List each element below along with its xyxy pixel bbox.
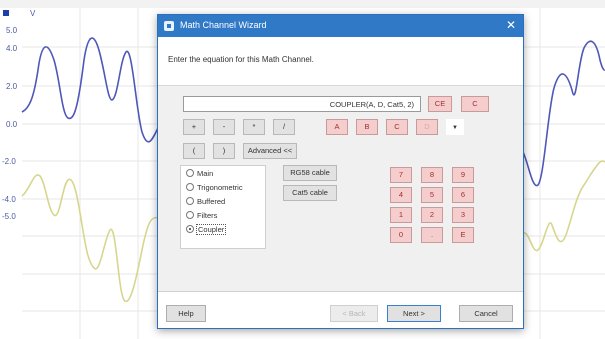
radio-icon — [186, 169, 194, 177]
divide-button[interactable]: / — [273, 119, 295, 135]
category-buffered[interactable]: Buffered — [186, 196, 225, 208]
key-5-button[interactable]: 5 — [421, 187, 443, 203]
key-3-button[interactable]: 3 — [452, 207, 474, 223]
clear-button[interactable]: C — [461, 96, 489, 112]
close-paren-button[interactable]: ) — [213, 143, 235, 159]
radio-icon — [186, 197, 194, 205]
function-category-list: Main Trigonometric Buffered Filters Coup… — [180, 165, 266, 249]
channel-a-trace-right — [521, 40, 605, 187]
back-button[interactable]: < Back — [330, 305, 378, 322]
divider — [158, 291, 523, 292]
chevron-down-icon: ▼ — [452, 125, 458, 131]
minus-button[interactable]: - — [213, 119, 235, 135]
multiply-button[interactable]: * — [243, 119, 265, 135]
clear-entry-button[interactable]: CE — [428, 96, 452, 112]
help-button[interactable]: Help — [166, 305, 206, 322]
channel-a-button[interactable]: A — [326, 119, 348, 135]
plus-button[interactable]: + — [183, 119, 205, 135]
category-trigonometric[interactable]: Trigonometric — [186, 182, 243, 194]
cat5-cable-button[interactable]: Cat5 cable — [283, 185, 337, 201]
channel-c-button[interactable]: C — [386, 119, 408, 135]
key-exponent-button[interactable]: E — [452, 227, 474, 243]
open-paren-button[interactable]: ( — [183, 143, 205, 159]
advanced-toggle-button[interactable]: Advanced << — [243, 143, 297, 159]
channel-dropdown[interactable]: ▼ — [446, 119, 464, 135]
radio-icon — [186, 211, 194, 219]
category-filters[interactable]: Filters — [186, 210, 217, 222]
category-coupler[interactable]: Coupler — [186, 224, 227, 236]
instruction-text: Enter the equation for this Math Channel… — [168, 55, 314, 64]
key-decimal-button[interactable]: . — [421, 227, 443, 243]
dialog-title: Math Channel Wizard — [180, 20, 267, 30]
math-channel-wizard-dialog: Math Channel Wizard ✕ Enter the equation… — [157, 14, 524, 329]
key-9-button[interactable]: 9 — [452, 167, 474, 183]
cancel-button[interactable]: Cancel — [459, 305, 513, 322]
category-main[interactable]: Main — [186, 168, 213, 180]
key-2-button[interactable]: 2 — [421, 207, 443, 223]
key-6-button[interactable]: 6 — [452, 187, 474, 203]
key-4-button[interactable]: 4 — [390, 187, 412, 203]
rg58-cable-button[interactable]: RG58 cable — [283, 165, 337, 181]
channel-b-trace-right — [521, 160, 605, 252]
key-1-button[interactable]: 1 — [390, 207, 412, 223]
channel-d-button[interactable]: D — [416, 119, 438, 135]
key-8-button[interactable]: 8 — [421, 167, 443, 183]
dialog-titlebar[interactable]: Math Channel Wizard ✕ — [158, 15, 523, 37]
radio-selected-icon — [186, 225, 194, 233]
key-7-button[interactable]: 7 — [390, 167, 412, 183]
key-0-button[interactable]: 0 — [390, 227, 412, 243]
app-icon — [164, 21, 174, 31]
radio-icon — [186, 183, 194, 191]
channel-b-button[interactable]: B — [356, 119, 378, 135]
close-icon[interactable]: ✕ — [506, 18, 516, 32]
equation-field[interactable]: COUPLER(A, D, Cat5, 2) — [183, 96, 421, 112]
next-button[interactable]: Next > — [387, 305, 441, 322]
